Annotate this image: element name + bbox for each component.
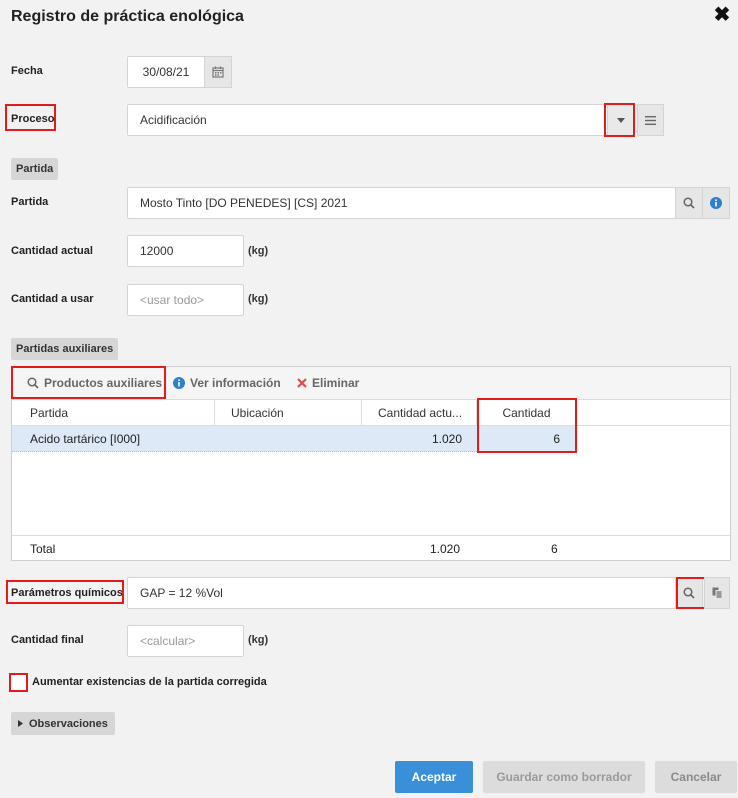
col-header-partida[interactable]: Partida (12, 400, 215, 425)
aux-section-chip: Partidas auxiliares (11, 338, 119, 360)
cell-cantidad-actual: 1.020 (431, 431, 462, 446)
parametros-label: Parámetros químicos (11, 587, 123, 599)
aceptar-button[interactable]: Aceptar (395, 761, 473, 793)
aumentar-label: Aumentar existencias de la partida corre… (32, 676, 267, 688)
grid-total-row: Total 1.020 6 (12, 535, 730, 560)
fecha-input[interactable]: 30/08/21 (127, 56, 205, 88)
cantidad-final-unit: (kg) (248, 634, 269, 646)
search-icon[interactable] (675, 187, 703, 219)
calendar-icon[interactable] (204, 56, 232, 88)
total-label: Total (30, 542, 56, 556)
cantidad-actual-label: Cantidad actual (11, 245, 93, 257)
total-cantidad: 6 (551, 542, 558, 556)
eliminar-label: Eliminar (312, 376, 360, 390)
eliminar-button[interactable]: Eliminar (297, 376, 359, 390)
close-icon[interactable]: ✖ (713, 5, 731, 25)
aumentar-checkbox[interactable] (9, 673, 28, 692)
cantidad-usar-unit: (kg) (248, 293, 269, 305)
info-icon[interactable] (702, 187, 730, 219)
aux-panel: Productos auxiliares Ver información Eli… (11, 366, 731, 561)
productos-auxiliares-label: Productos auxiliares (44, 376, 163, 390)
proceso-label: Proceso (11, 113, 55, 125)
info-icon (173, 377, 185, 389)
search-icon (27, 377, 39, 389)
chevron-down-icon[interactable] (607, 104, 634, 136)
cell-cantidad[interactable]: 6 (477, 426, 577, 451)
table-row[interactable]: Acido tartárico [I000] 1.020 6 (12, 426, 577, 452)
total-cantidad-actual: 1.020 (430, 542, 461, 556)
dialog-title: Registro de práctica enológica (11, 8, 244, 25)
col-header-cantidad-actual[interactable]: Cantidad actu... (362, 400, 477, 425)
cantidad-final-label: Cantidad final (11, 634, 84, 646)
ver-informacion-button[interactable]: Ver información (173, 376, 281, 390)
cantidad-actual-unit: (kg) (248, 245, 269, 257)
cancelar-button[interactable]: Cancelar (655, 761, 737, 793)
search-icon[interactable] (675, 577, 703, 609)
cantidad-usar-input[interactable]: <usar todo> (127, 284, 244, 316)
cantidad-actual-input[interactable]: 12000 (127, 235, 244, 267)
observaciones-label: Observaciones (29, 717, 108, 730)
parametros-input[interactable]: GAP = 12 %Vol (127, 577, 676, 609)
ver-informacion-label: Ver información (190, 376, 281, 390)
partida-label: Partida (11, 196, 49, 208)
grid-header: Partida Ubicación Cantidad actu... Canti… (12, 400, 730, 426)
observaciones-toggle[interactable]: Observaciones (11, 712, 115, 735)
cantidad-final-input[interactable]: <calcular> (127, 625, 244, 657)
productos-auxiliares-button[interactable]: Productos auxiliares (27, 376, 162, 390)
partida-input[interactable]: Mosto Tinto [DO PENEDES] [CS] 2021 (127, 187, 676, 219)
copy-icon[interactable] (704, 577, 730, 609)
cell-ubicacion (215, 426, 362, 451)
cantidad-usar-label: Cantidad a usar (11, 293, 94, 305)
proceso-select[interactable]: Acidificación (127, 104, 608, 136)
partida-section-chip: Partida (11, 158, 59, 180)
col-header-cantidad[interactable]: Cantidad (477, 400, 577, 425)
guardar-borrador-button[interactable]: Guardar como borrador (483, 761, 645, 793)
caret-right-icon (18, 720, 23, 727)
col-header-ubicacion[interactable]: Ubicación (215, 400, 362, 425)
list-icon[interactable] (637, 104, 664, 136)
fecha-label: Fecha (11, 65, 43, 77)
delete-icon (297, 378, 307, 388)
cell-partida: Acido tartárico [I000] (30, 431, 141, 446)
